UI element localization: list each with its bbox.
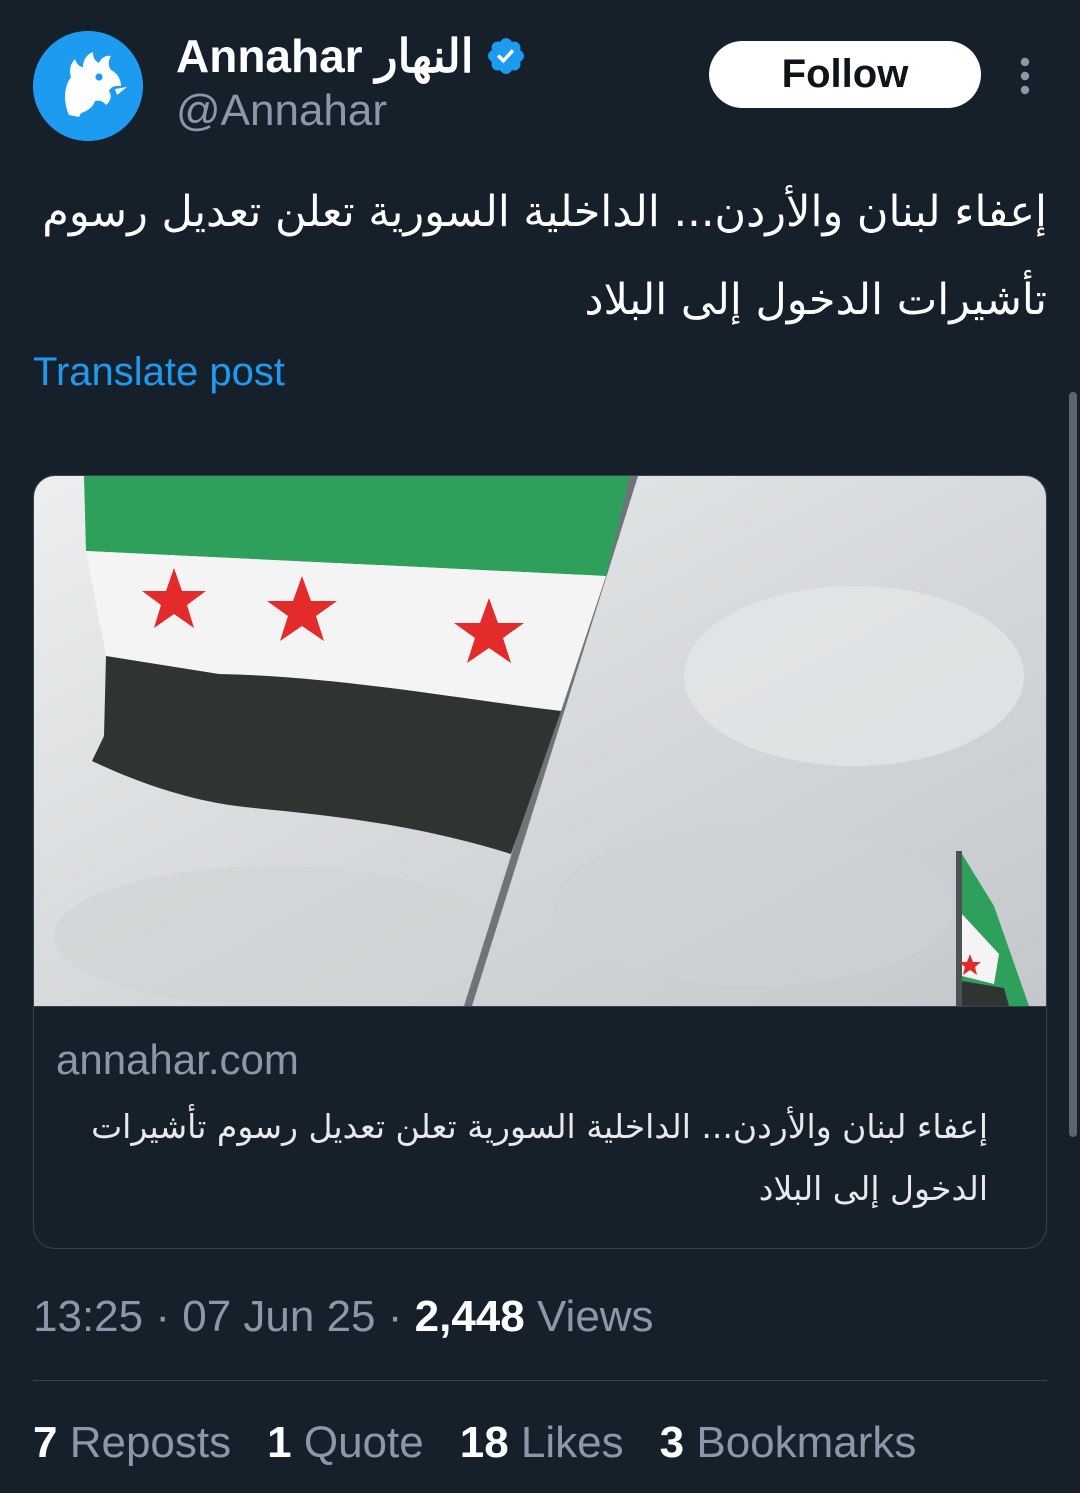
more-vertical-icon — [1020, 57, 1030, 95]
likes-count: 18 — [459, 1418, 509, 1467]
follow-button[interactable]: Follow — [709, 41, 981, 108]
quotes-stat[interactable]: 1 Quote — [267, 1418, 424, 1468]
meta-separator: · — [155, 1292, 170, 1341]
reposts-count: 7 — [33, 1418, 58, 1467]
syrian-flag-photo — [34, 476, 1046, 1006]
stats-divider — [33, 1380, 1047, 1381]
bookmarks-label: Bookmarks — [696, 1418, 917, 1467]
post-header: Annahar النهار @Annahar Follow — [0, 0, 1080, 150]
translate-post-link[interactable]: Translate post — [33, 350, 285, 395]
meta-separator: · — [387, 1292, 403, 1341]
card-domain: annahar.com — [56, 1036, 299, 1083]
avatar[interactable] — [33, 31, 143, 141]
verified-badge-icon — [488, 38, 525, 74]
engagement-stats: 7 Reposts 1 Quote 18 Likes 3 Bookmarks — [33, 1418, 916, 1468]
link-preview-card[interactable]: annahar.com إعفاء لبنان والأردن... الداخ… — [33, 475, 1047, 1249]
views-label: Views — [536, 1292, 654, 1341]
display-name[interactable]: Annahar النهار — [176, 29, 473, 83]
handle[interactable]: @Annahar — [176, 86, 387, 136]
scrollbar[interactable] — [1069, 392, 1077, 1137]
post-date[interactable]: 07 Jun 25 — [182, 1292, 375, 1341]
views-count: 2,448 — [414, 1292, 525, 1341]
likes-label: Likes — [520, 1418, 624, 1467]
quotes-label: Quote — [303, 1418, 424, 1467]
reposts-stat[interactable]: 7 Reposts — [33, 1418, 231, 1468]
card-title: إعفاء لبنان والأردن... الداخلية السورية … — [91, 1107, 988, 1208]
bookmarks-count: 3 — [659, 1418, 685, 1467]
card-divider — [34, 1006, 1046, 1007]
name-row: Annahar النهار — [176, 28, 527, 84]
likes-stat[interactable]: 18 Likes — [460, 1418, 624, 1468]
more-options-button[interactable] — [1004, 52, 1046, 100]
quotes-count: 1 — [267, 1418, 292, 1467]
bookmarks-stat[interactable]: 3 Bookmarks — [660, 1418, 917, 1468]
post-meta: 13:25 · 07 Jun 25 · 2,448 Views — [33, 1292, 654, 1342]
annahar-rooster-logo-icon — [33, 31, 143, 141]
reposts-label: Reposts — [69, 1418, 232, 1467]
post-time[interactable]: 13:25 — [33, 1292, 143, 1341]
post-text: إعفاء لبنان والأردن... الداخلية السورية … — [42, 187, 1047, 325]
card-image — [34, 476, 1046, 1006]
